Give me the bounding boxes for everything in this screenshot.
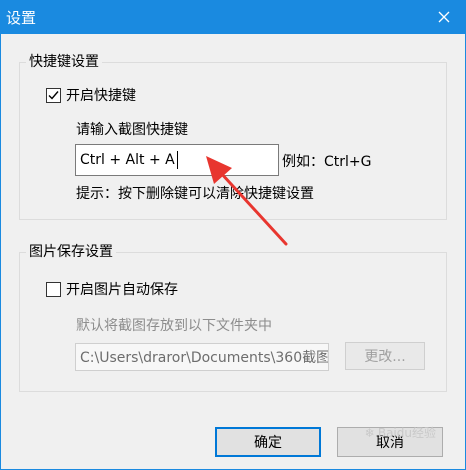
enable-autosave-checkbox[interactable] [46,281,61,297]
window-title: 设置 [6,9,37,27]
enable-autosave-checkbox-row[interactable]: 开启图片自动保存 [46,279,178,299]
title-bar: 设置 [0,0,466,34]
watermark-paw-icon: ❄ [364,425,375,440]
hotkey-hint-label: 提示：按下删除键可以清除快捷键设置 [76,186,314,202]
save-path-value: C:\Users\draror\Documents\360截图 [80,350,329,366]
close-icon [438,11,450,23]
checkmark-icon [48,90,59,100]
ok-button[interactable]: 确定 [215,427,321,457]
hotkey-prompt-label: 请输入截图快捷键 [76,122,188,138]
text-caret [176,151,178,169]
save-group-legend: 图片保存设置 [26,243,116,261]
watermark: ❄ Baidu经验 [365,424,436,441]
hotkey-settings-group: 快捷键设置 开启快捷键 请输入截图快捷键 Ctrl + Alt + A 例如：C… [19,53,447,220]
hotkey-input[interactable]: Ctrl + Alt + A [75,144,279,176]
hotkey-input-value: Ctrl + Alt + A [80,152,175,168]
enable-hotkey-checkbox-row[interactable]: 开启快捷键 [46,85,136,105]
change-folder-button[interactable]: 更改... [345,342,425,370]
hotkey-example-label: 例如：Ctrl+G [282,154,372,170]
enable-autosave-label: 开启图片自动保存 [66,282,178,298]
close-button[interactable] [426,0,462,34]
image-save-settings-group: 图片保存设置 开启图片自动保存 默认将截图存放到以下文件夹中 C:\Users\… [19,243,447,392]
hotkey-group-legend: 快捷键设置 [26,53,102,71]
save-path-input[interactable]: C:\Users\draror\Documents\360截图 [75,343,329,371]
watermark-text: Baidu经验 [377,426,436,440]
enable-hotkey-checkbox[interactable] [46,87,61,103]
enable-hotkey-label: 开启快捷键 [66,88,136,104]
save-folder-prompt-label: 默认将截图存放到以下文件夹中 [76,318,272,334]
dialog-client-area: 快捷键设置 开启快捷键 请输入截图快捷键 Ctrl + Alt + A 例如：C… [0,34,466,470]
